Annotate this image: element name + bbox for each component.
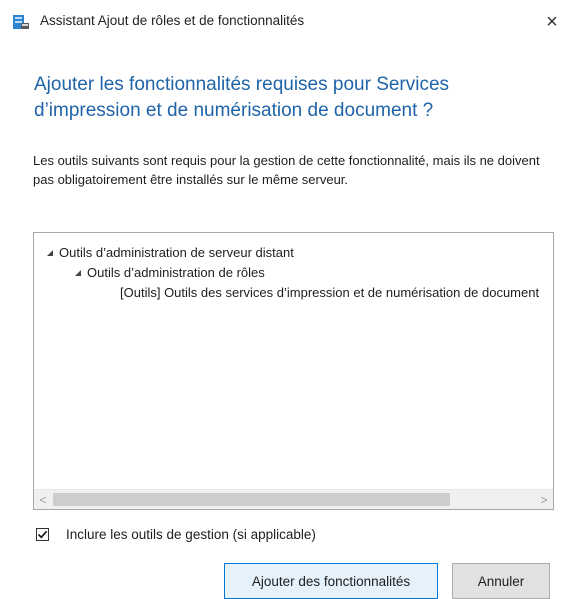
close-button[interactable]: × bbox=[530, 0, 574, 44]
dialog-description: Les outils suivants sont requis pour la … bbox=[33, 153, 540, 187]
server-manager-icon bbox=[12, 14, 30, 30]
scrollbar-thumb[interactable] bbox=[53, 493, 450, 506]
tree-item-label: [Outils] Outils des services d’impressio… bbox=[120, 285, 540, 300]
tree-item-label: Outils d’administration de serveur dista… bbox=[59, 245, 294, 260]
tree-item-label: Outils d’administration de rôles bbox=[87, 265, 265, 280]
tree-item-role-admin-tools[interactable]: Outils d’administration de rôles bbox=[75, 264, 265, 282]
dialog-heading: Ajouter les fonctionnalités requises pou… bbox=[34, 74, 450, 121]
scroll-left-icon[interactable]: < bbox=[34, 490, 52, 509]
include-tools-checkbox[interactable] bbox=[36, 527, 49, 541]
horizontal-scrollbar[interactable]: < > bbox=[34, 489, 553, 509]
include-tools-option[interactable]: Inclure les outils de gestion (si applic… bbox=[36, 525, 316, 543]
expand-triangle-icon[interactable] bbox=[47, 250, 53, 256]
title-bar: Assistant Ajout de rôles et de fonctionn… bbox=[0, 0, 574, 44]
window-title: Assistant Ajout de rôles et de fonctionn… bbox=[40, 13, 305, 28]
close-icon: × bbox=[546, 10, 558, 33]
tree-item-remote-admin-tools[interactable]: Outils d’administration de serveur dista… bbox=[47, 244, 294, 262]
scroll-right-icon[interactable]: > bbox=[535, 490, 553, 509]
expand-triangle-icon[interactable] bbox=[75, 270, 81, 276]
checkmark-icon bbox=[37, 530, 48, 538]
add-features-button[interactable]: Ajouter des fonctionnalités bbox=[224, 563, 438, 599]
cancel-button[interactable]: Annuler bbox=[452, 563, 550, 599]
features-tree[interactable]: Outils d’administration de serveur dista… bbox=[33, 232, 554, 510]
tree-item-print-scan-tools[interactable]: [Outils] Outils des services d’impressio… bbox=[120, 284, 539, 302]
include-tools-label[interactable]: Inclure les outils de gestion (si applic… bbox=[66, 527, 316, 542]
